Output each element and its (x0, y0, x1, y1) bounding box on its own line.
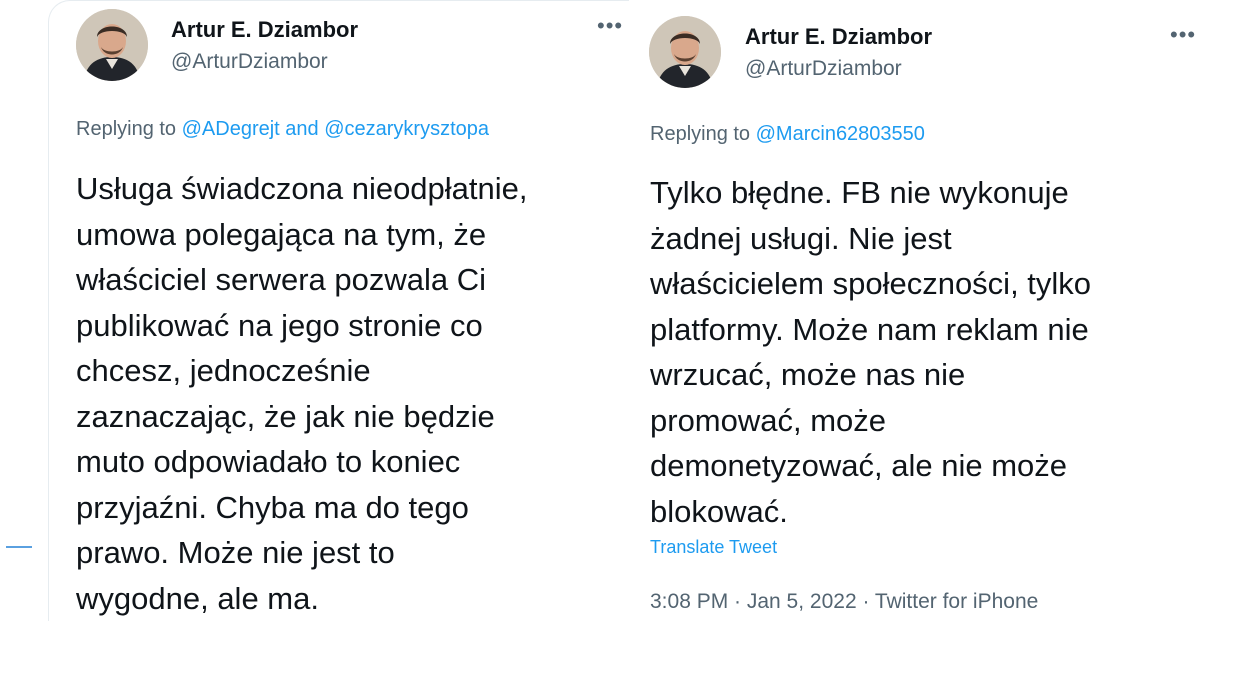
tweet-text-line: wygodne, ale ma. (76, 580, 319, 616)
author-name[interactable]: Artur E. Dziambor (171, 17, 358, 43)
tweet-text-line: muto odpowiadało to koniec (76, 444, 461, 479)
reply-mentions-link[interactable]: @Marcin62803550 (756, 123, 925, 145)
tweet-card-right: Artur E. Dziambor @ArturDziambor ••• Rep… (632, 0, 1206, 640)
tweet-text-line: platformy. Może nam reklam nie (650, 311, 1089, 347)
replying-to: Replying to @ADegrejt and @cezarykryszto… (76, 118, 489, 141)
replying-prefix: Replying to (650, 123, 751, 145)
avatar[interactable] (76, 9, 148, 81)
tweet-text-line: blokować. (650, 493, 788, 529)
tweet-text-line: demonetyzować, ale nie może (650, 448, 1068, 483)
author-name[interactable]: Artur E. Dziambor (745, 24, 932, 50)
translate-tweet-link[interactable]: Translate Tweet (650, 537, 777, 558)
tweet-text-line: umowa polegająca na tym, że (76, 216, 487, 252)
tweet-text-line: Usługa świadczona nieodpłatnie, (76, 171, 528, 206)
tweet-text-line: Tylko błędne. FB nie wykonuje (650, 175, 1069, 210)
replying-prefix: Replying to (76, 118, 177, 140)
replying-to: Replying to @Marcin62803550 (650, 123, 925, 146)
tweet-text-line: właściciel serwera pozwala Ci (76, 262, 487, 297)
author-handle[interactable]: @ArturDziambor (745, 57, 902, 81)
tweet-text-line: właścicielem społeczności, tylko (650, 266, 1092, 301)
avatar[interactable] (649, 16, 721, 88)
tweet-body: Tylko błędne. FB nie wykonuje żadnej usł… (650, 170, 1200, 534)
author-handle[interactable]: @ArturDziambor (171, 50, 328, 74)
tweet-text-line: promować, może (650, 402, 887, 438)
tweet-text-line: żadnej usługi. Nie jest (650, 220, 952, 256)
more-horizontal-icon[interactable]: ••• (597, 15, 623, 37)
tweet-text-line: publikować na jego stronie co (76, 307, 483, 343)
tweet-body: Usługa świadczona nieodpłatnie, umowa po… (76, 166, 626, 621)
tweet-text-line: zaznaczając, że jak nie będzie (76, 398, 495, 434)
more-horizontal-icon[interactable]: ••• (1170, 24, 1196, 46)
tweet-text-line: wrzucać, może nas nie (650, 357, 966, 392)
tweet-timestamp[interactable]: 3:08 PM · Jan 5, 2022 · Twitter for iPho… (650, 590, 1038, 614)
reply-mentions-link[interactable]: @ADegrejt and @cezarykrysztopa (182, 118, 489, 140)
tweet-text-line: przyjaźni. Chyba ma do tego (76, 489, 469, 525)
tweet-text-line: prawo. Może nie jest to (76, 535, 395, 570)
edge-mark (6, 546, 32, 548)
tweet-text-line: chcesz, jednocześnie (76, 353, 371, 388)
tweet-card-left: Artur E. Dziambor @ArturDziambor ••• Rep… (48, 0, 629, 621)
